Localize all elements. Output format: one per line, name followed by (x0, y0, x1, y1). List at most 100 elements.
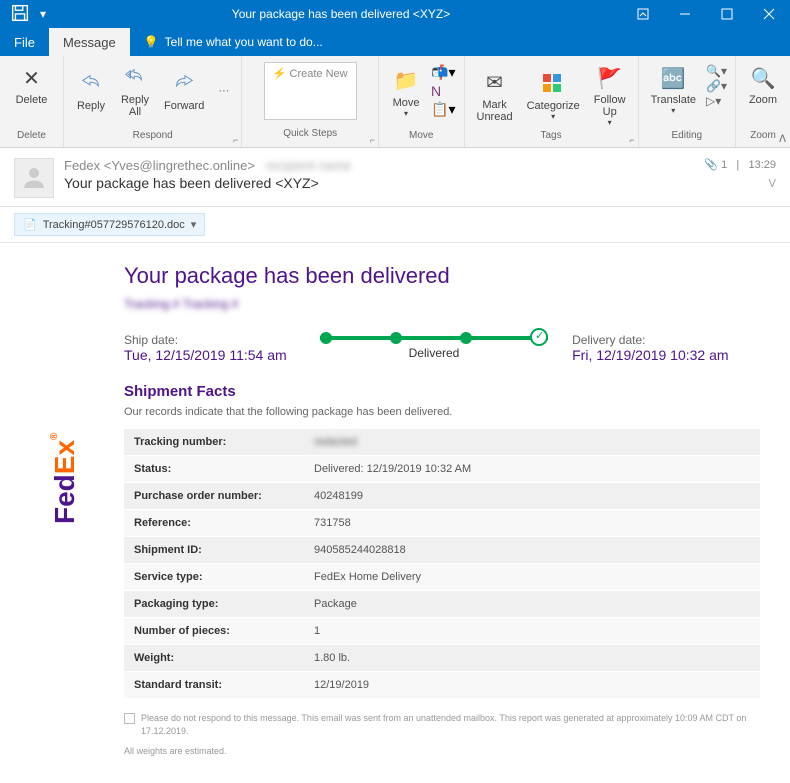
editing-group-label: Editing (672, 130, 703, 143)
shipment-facts-table: Tracking number:redactedStatus:Delivered… (124, 428, 760, 698)
fact-value: 1.80 lb. (304, 645, 760, 672)
quick-steps-gallery[interactable]: ⚡ Create New (264, 62, 357, 120)
respond-group-label: Respond (133, 130, 173, 143)
attachment-count: 1 (721, 159, 727, 171)
table-row: Service type:FedEx Home Delivery (124, 564, 760, 591)
zoom-label: Zoom (749, 94, 777, 106)
ribbon-options-icon[interactable] (622, 0, 664, 28)
fact-label: Status: (124, 456, 304, 483)
onenote-icon[interactable]: N (431, 83, 455, 99)
fact-value: Delivered: 12/19/2019 10:32 AM (304, 456, 760, 483)
tab-message[interactable]: Message (49, 28, 130, 56)
categorize-label: Categorize (527, 100, 580, 112)
table-row: Packaging type:Package (124, 591, 760, 618)
avatar (14, 158, 54, 198)
fact-label: Standard transit: (124, 672, 304, 699)
maximize-button[interactable] (706, 0, 748, 28)
quicksteps-launcher-icon[interactable]: ⌐ (370, 135, 375, 145)
attachments-bar: 📄 Tracking#057729576120.doc ▾ (0, 207, 790, 243)
shipment-facts-title: Shipment Facts (124, 383, 760, 400)
delete-label: Delete (16, 94, 48, 106)
menu-bar: File Message 💡 Tell me what you want to … (0, 28, 790, 56)
rules-icon[interactable]: 📬▾ (431, 64, 455, 81)
delete-icon: ✕ (23, 62, 40, 94)
tab-file[interactable]: File (0, 28, 49, 56)
tags-group-label: Tags (540, 130, 561, 143)
tell-me-label: Tell me what you want to do... (165, 35, 323, 49)
dropdown-icon[interactable]: ▾ (40, 7, 60, 21)
reply-all-icon (124, 62, 146, 94)
message-options-icon[interactable]: ᐯ (768, 178, 776, 190)
reply-button[interactable]: Reply (70, 60, 112, 120)
redacted-recipient: recipient name (266, 158, 351, 173)
table-row: Status:Delivered: 12/19/2019 10:32 AM (124, 456, 760, 483)
shipment-facts-desc: Our records indicate that the following … (124, 406, 760, 418)
table-row: Shipment ID:940585244028818 (124, 537, 760, 564)
translate-button[interactable]: 🔤 Translate▾ (645, 60, 702, 117)
fact-value: redacted (304, 429, 760, 456)
lightbulb-icon: 💡 (144, 35, 159, 49)
save-icon[interactable] (0, 2, 40, 27)
move-group-label: Move (409, 130, 433, 143)
fact-label: Purchase order number: (124, 483, 304, 510)
table-row: Standard transit:12/19/2019 (124, 672, 760, 699)
move-label: Move (393, 97, 420, 109)
delete-group-label: Delete (17, 130, 46, 143)
tags-launcher-icon[interactable]: ⌐ (629, 135, 634, 145)
disclaimer-checkbox[interactable] (124, 713, 135, 724)
email-heading: Your package has been delivered (124, 263, 760, 289)
fedex-logo: FedEx® (30, 263, 100, 763)
delete-button[interactable]: ✕ Delete (10, 60, 54, 108)
progress-check-icon (530, 328, 548, 346)
title-bar: ▾ Your package has been delivered <XYZ> (0, 0, 790, 28)
tell-me-search[interactable]: 💡 Tell me what you want to do... (130, 35, 323, 49)
select-icon[interactable]: ▷▾ (706, 94, 727, 108)
translate-label: Translate (651, 94, 696, 106)
reply-all-label: Reply All (121, 94, 149, 118)
forward-button[interactable]: Forward (158, 60, 210, 120)
attachment-name: Tracking#057729576120.doc (43, 219, 185, 231)
ship-date: Tue, 12/15/2019 11:54 am (124, 347, 312, 363)
delivery-date: Fri, 12/19/2019 10:32 am (572, 347, 760, 363)
close-button[interactable] (748, 0, 790, 28)
progress-dot (460, 332, 472, 344)
related-icon[interactable]: 🔗▾ (706, 79, 727, 93)
categorize-button[interactable]: Categorize▾ (521, 60, 586, 129)
attachment-dropdown-icon[interactable]: ▾ (191, 218, 197, 231)
more-respond-button[interactable]: ⋯ (212, 82, 235, 99)
message-from: Fedex <Yves@lingrethec.online> (64, 158, 255, 173)
fact-label: Number of pieces: (124, 618, 304, 645)
fact-label: Reference: (124, 510, 304, 537)
delivery-date-label: Delivery date: (572, 333, 760, 347)
attachment-item[interactable]: 📄 Tracking#057729576120.doc ▾ (14, 213, 205, 236)
window-title: Your package has been delivered <XYZ> (60, 7, 622, 21)
reply-label: Reply (77, 100, 105, 112)
fact-value: 12/19/2019 (304, 672, 760, 699)
fact-value: 940585244028818 (304, 537, 760, 564)
fact-value: 731758 (304, 510, 760, 537)
respond-launcher-icon[interactable]: ⌐ (233, 135, 238, 145)
quicksteps-group-label: Quick Steps (283, 128, 337, 141)
collapse-ribbon-icon[interactable]: ᐱ (779, 134, 786, 145)
move-icon: 📁 (394, 65, 419, 97)
document-icon: 📄 (23, 218, 37, 231)
reply-all-button[interactable]: Reply All (114, 60, 156, 120)
zoom-button[interactable]: 🔍 Zoom (742, 60, 784, 108)
move-button[interactable]: 📁 Move▾ (385, 60, 427, 122)
table-row: Reference:731758 (124, 510, 760, 537)
delivered-label: Delivered (312, 346, 556, 360)
disclaimer-text-1: Please do not respond to this message. T… (141, 712, 760, 737)
follow-up-label: Follow Up (594, 94, 626, 118)
message-body: FedEx® Your package has been delivered T… (0, 243, 790, 783)
fact-value: 1 (304, 618, 760, 645)
mark-unread-button[interactable]: ✉ Mark Unread (471, 60, 519, 129)
follow-up-button[interactable]: 🚩 Follow Up▾ (588, 60, 632, 129)
find-icon[interactable]: 🔍▾ (706, 64, 727, 78)
actions-icon[interactable]: 📋▾ (431, 101, 455, 118)
ribbon: ✕ Delete Delete Reply Reply All Forward … (0, 56, 790, 148)
minimize-button[interactable] (664, 0, 706, 28)
attachment-indicator-icon: 📎 (704, 159, 718, 171)
progress-dot (320, 332, 332, 344)
message-header: Fedex <Yves@lingrethec.online> recipient… (0, 148, 790, 207)
message-subject: Your package has been delivered <XYZ> (64, 175, 694, 191)
